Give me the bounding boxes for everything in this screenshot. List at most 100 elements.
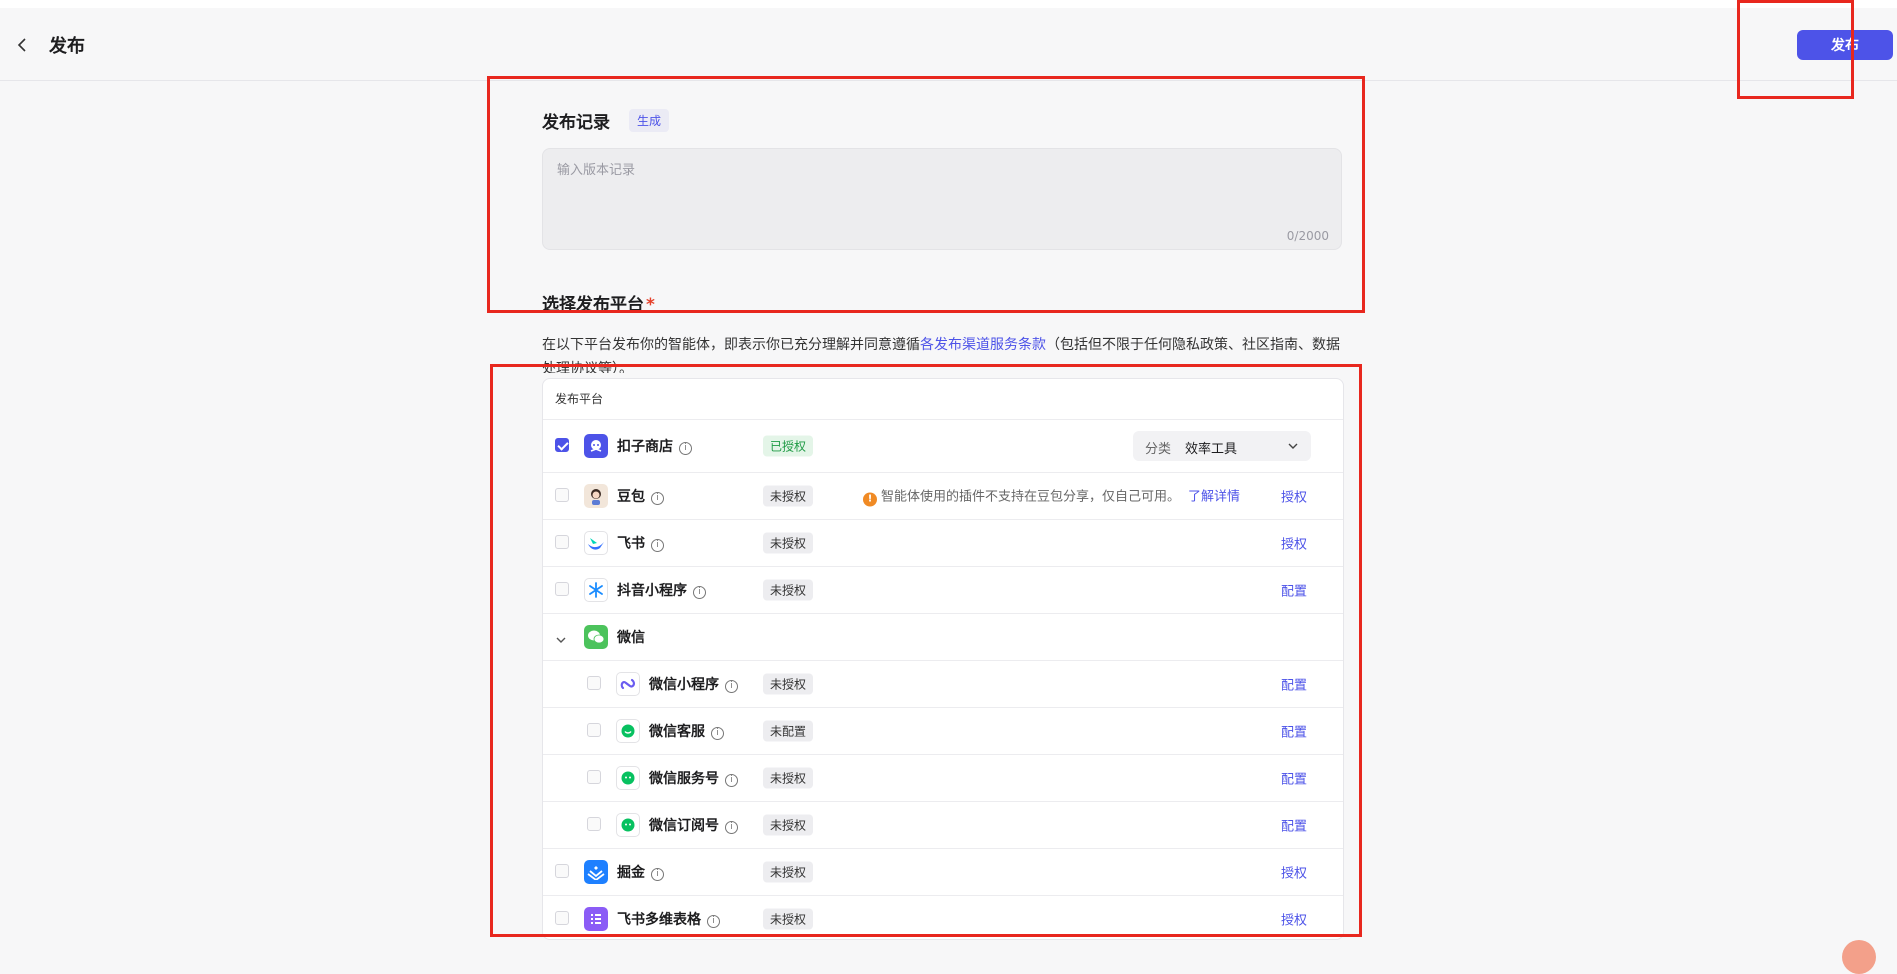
- chevron-down-icon[interactable]: [555, 631, 567, 650]
- platform-name: 掘金 i: [617, 862, 664, 882]
- platform-checkbox[interactable]: [587, 770, 601, 784]
- platform-checkbox[interactable]: [587, 676, 601, 690]
- platform-name-text: 飞书多维表格: [617, 912, 701, 928]
- platform-checkbox[interactable]: [587, 817, 601, 831]
- platform-action-button[interactable]: 配置: [1281, 722, 1307, 741]
- platform-name-text: 掘金: [617, 865, 645, 881]
- platform-name-text: 微信小程序: [649, 677, 719, 693]
- platform-action-button[interactable]: 配置: [1281, 581, 1307, 600]
- page-header: 发布 发布: [0, 8, 1897, 81]
- wechat-icon: [584, 625, 608, 649]
- platform-row: 微信小程序 i 未授权 配置: [543, 661, 1343, 708]
- info-icon[interactable]: i: [679, 442, 692, 455]
- info-icon[interactable]: i: [711, 727, 724, 740]
- platform-row: 豆包 i 未授权! 智能体使用的插件不支持在豆包分享，仅自己可用。 了解详情 授权: [543, 473, 1343, 520]
- platform-row: 微信订阅号 i 未授权 配置: [543, 802, 1343, 849]
- platform-name: 飞书多维表格 i: [617, 909, 720, 929]
- info-icon[interactable]: i: [693, 586, 706, 599]
- version-record-box: 0/2000: [542, 148, 1342, 250]
- platform-row: 微信服务号 i 未授权 配置: [543, 755, 1343, 802]
- status-badge: 未授权: [763, 767, 814, 789]
- juejin-icon: [584, 860, 608, 884]
- info-icon[interactable]: i: [651, 868, 664, 881]
- char-count: 0/2000: [1286, 229, 1329, 243]
- platform-title-text: 选择发布平台: [542, 295, 644, 315]
- platform-row: 飞书多维表格 i 未授权 授权: [543, 896, 1343, 939]
- platform-name: 微信客服 i: [649, 721, 724, 741]
- learn-more-link[interactable]: 了解详情: [1188, 490, 1240, 505]
- platform-action-button[interactable]: 配置: [1281, 769, 1307, 788]
- info-icon[interactable]: i: [651, 539, 664, 552]
- platform-name: 抖音小程序 i: [617, 580, 706, 600]
- platform-name-text: 豆包: [617, 489, 645, 505]
- category-value: 效率工具: [1185, 442, 1238, 457]
- platform-action-button[interactable]: 配置: [1281, 675, 1307, 694]
- platform-action-button[interactable]: 授权: [1281, 534, 1307, 553]
- douyin-miniapp-icon: [584, 578, 608, 602]
- platform-row: 飞书 i 未授权 授权: [543, 520, 1343, 567]
- platform-checkbox[interactable]: [555, 582, 569, 596]
- platform-name: 扣子商店 i: [617, 436, 692, 456]
- platform-action-button[interactable]: 配置: [1281, 816, 1307, 835]
- platform-name-text: 微信服务号: [649, 771, 719, 787]
- publish-button[interactable]: 发布: [1797, 30, 1893, 60]
- info-icon[interactable]: i: [725, 821, 738, 834]
- platform-action-button[interactable]: 授权: [1281, 487, 1307, 506]
- platform-checkbox[interactable]: [555, 911, 569, 925]
- warning-icon: !: [863, 492, 877, 507]
- platform-name: 豆包 i: [617, 486, 664, 506]
- platform-row: 微信客服 i 未配置 配置: [543, 708, 1343, 755]
- platform-checkbox[interactable]: [555, 535, 569, 549]
- status-badge: 未授权: [763, 908, 814, 930]
- status-badge: 未授权: [763, 579, 814, 601]
- doubao-icon: [584, 484, 608, 508]
- back-button[interactable]: [14, 36, 32, 54]
- info-icon[interactable]: i: [725, 680, 738, 693]
- terms-link[interactable]: 各发布渠道服务条款: [920, 337, 1046, 353]
- status-badge: 未授权: [763, 485, 814, 507]
- platform-checkbox[interactable]: [555, 438, 569, 452]
- platform-row: 扣子商店 i 已授权 分类 效率工具: [543, 420, 1343, 473]
- platform-name-text: 抖音小程序: [617, 583, 687, 599]
- platform-checkbox[interactable]: [587, 723, 601, 737]
- status-badge: 已授权: [763, 435, 814, 457]
- record-title: 发布记录: [542, 113, 610, 133]
- platform-row: 掘金 i 未授权 授权: [543, 849, 1343, 896]
- platform-table: 发布平台 扣子商店 i 已授权 分类 效率工具 豆包 i 未授权! 智能体使用的插件不支持在豆包…: [542, 378, 1344, 940]
- platform-action-button[interactable]: 授权: [1281, 910, 1307, 929]
- coze-store-icon: [584, 434, 608, 458]
- platform-section-title: 选择发布平台 *: [542, 290, 655, 315]
- info-icon[interactable]: i: [707, 915, 720, 928]
- feishu-icon: [584, 531, 608, 555]
- version-record-input[interactable]: [555, 157, 1329, 231]
- feishu-bitable-icon: [584, 907, 608, 931]
- platform-checkbox[interactable]: [555, 864, 569, 878]
- platform-name: 微信订阅号 i: [649, 815, 738, 835]
- status-badge: 未授权: [763, 814, 814, 836]
- wechat-service-icon: [616, 719, 640, 743]
- status-badge: 未授权: [763, 861, 814, 883]
- generate-button[interactable]: 生成: [629, 109, 670, 132]
- platform-name: 微信小程序 i: [649, 674, 738, 694]
- info-icon[interactable]: i: [725, 774, 738, 787]
- platform-name: 微信服务号 i: [649, 768, 738, 788]
- avatar[interactable]: [1842, 940, 1876, 974]
- platform-name-text: 微信订阅号: [649, 818, 719, 834]
- platform-row: 抖音小程序 i 未授权 配置: [543, 567, 1343, 614]
- status-badge: 未配置: [763, 720, 814, 742]
- platform-name-text: 飞书: [617, 536, 645, 552]
- status-badge: 未授权: [763, 673, 814, 695]
- platform-name-text: 扣子商店: [617, 439, 673, 455]
- status-badge: 未授权: [763, 532, 814, 554]
- platform-checkbox[interactable]: [555, 488, 569, 502]
- plugin-warning: ! 智能体使用的插件不支持在豆包分享，仅自己可用。 了解详情: [863, 486, 1240, 507]
- platform-name: 微信: [617, 627, 645, 647]
- category-select[interactable]: 分类 效率工具: [1133, 431, 1311, 461]
- platform-action-button[interactable]: 授权: [1281, 863, 1307, 882]
- platform-name: 飞书 i: [617, 533, 664, 553]
- info-icon[interactable]: i: [651, 492, 664, 505]
- category-label: 分类: [1145, 442, 1172, 457]
- warning-text: 智能体使用的插件不支持在豆包分享，仅自己可用。: [881, 489, 1181, 505]
- wechat-subscription-icon: [616, 813, 640, 837]
- terms-prefix: 在以下平台发布你的智能体，即表示你已充分理解并同意遵循: [542, 337, 920, 353]
